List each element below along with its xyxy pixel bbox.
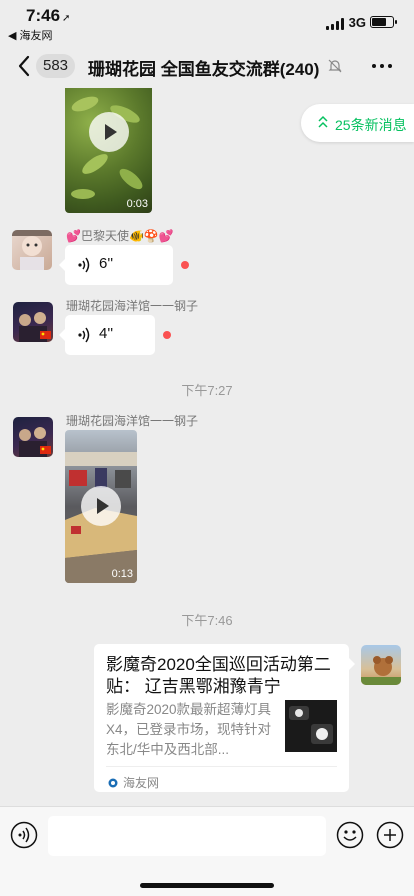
voice-duration: 4'': [99, 325, 114, 342]
mute-bell-icon: [328, 59, 342, 73]
voice-icon[interactable]: [10, 821, 38, 849]
link-card-thumbnail: [285, 700, 337, 752]
play-icon[interactable]: [88, 112, 129, 152]
link-card[interactable]: 影魔奇2020全国巡回活动第二贴： 辽吉黑鄂湘豫青宁 影魔奇2020款最新超薄灯…: [94, 644, 355, 792]
chat-area[interactable]: 0:03 25条新消息 💕巴黎天使🐠🍄💕 6'' 珊瑚花园海洋馆一一钢子 4''…: [0, 88, 414, 806]
location-arrow-icon: ➚: [62, 13, 71, 24]
unread-dot: [163, 331, 171, 339]
status-bar: 7:46 ➚ ◀ 海友网 3G: [0, 0, 414, 44]
link-card-title: 影魔奇2020全国巡回活动第二贴： 辽吉黑鄂湘豫青宁: [106, 655, 331, 696]
input-bar: [0, 806, 414, 896]
double-chevron-up-icon: [318, 115, 328, 128]
message-input[interactable]: [48, 816, 326, 856]
avatar-image: [12, 230, 52, 270]
battery-level: [372, 18, 386, 26]
sender-name: 珊瑚花园海洋馆一一钢子: [66, 299, 199, 313]
video-message[interactable]: 0:13: [65, 430, 137, 583]
video-message[interactable]: 0:03: [65, 88, 152, 213]
home-indicator: [140, 883, 274, 888]
avatar[interactable]: [13, 417, 53, 457]
voice-message[interactable]: 6'': [59, 245, 173, 285]
plus-icon[interactable]: [376, 821, 404, 849]
play-icon[interactable]: [81, 486, 121, 526]
avatar-image: [19, 427, 51, 457]
source-app-icon: [108, 778, 118, 787]
network-type: 3G: [348, 15, 366, 30]
link-card-source-name: 海友网: [123, 776, 160, 790]
voice-wave-icon: [78, 257, 90, 273]
timestamp: 下午7:46: [181, 613, 233, 628]
sender-name: 💕巴黎天使🐠🍄💕: [66, 229, 174, 243]
battery-icon: [370, 16, 397, 28]
new-messages-label: 25条新消息: [335, 117, 407, 133]
status-time: 7:46 ➚: [26, 6, 71, 25]
signal-icon: [326, 18, 344, 30]
voice-wave-icon: [78, 327, 90, 343]
sender-name: 珊瑚花园海洋馆一一钢子: [66, 414, 199, 428]
video-duration: 0:13: [111, 568, 133, 580]
avatar-image: [361, 656, 401, 685]
unread-dot: [181, 261, 189, 269]
avatar[interactable]: [13, 302, 53, 342]
timestamp: 下午7:27: [181, 383, 233, 398]
new-messages-button[interactable]: 25条新消息: [301, 104, 414, 142]
voice-message[interactable]: 4'': [59, 315, 155, 355]
emoji-icon[interactable]: [336, 821, 364, 849]
nav-bar: 583 珊瑚花园 全国鱼友交流群(240): [0, 44, 414, 88]
back-to-app-link[interactable]: ◀ 海友网: [8, 27, 53, 43]
chat-title: 珊瑚花园 全国鱼友交流群(240): [88, 60, 320, 79]
avatar[interactable]: [361, 645, 401, 685]
voice-duration: 6'': [99, 255, 114, 272]
link-card-description: 影魔奇2020款最新超薄灯具X4，已登录市场，现特针对东北/华中及西北部...: [106, 702, 272, 757]
video-duration: 0:03: [126, 198, 148, 210]
link-card-source: 海友网: [108, 774, 159, 791]
avatar-image: [19, 312, 51, 342]
avatar[interactable]: [12, 230, 52, 270]
more-options-button[interactable]: [372, 64, 392, 68]
divider: [106, 766, 337, 767]
unread-count-badge[interactable]: 583: [36, 54, 76, 78]
